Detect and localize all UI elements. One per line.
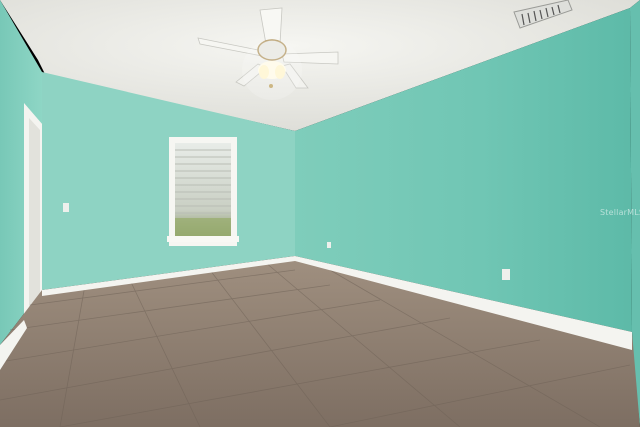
watermark-text: StellarMLS [600,208,640,217]
room-photo [0,0,640,427]
wall-outlet [502,269,510,280]
window [167,137,239,246]
wall-outlet [327,242,331,248]
light-switch [63,203,69,212]
